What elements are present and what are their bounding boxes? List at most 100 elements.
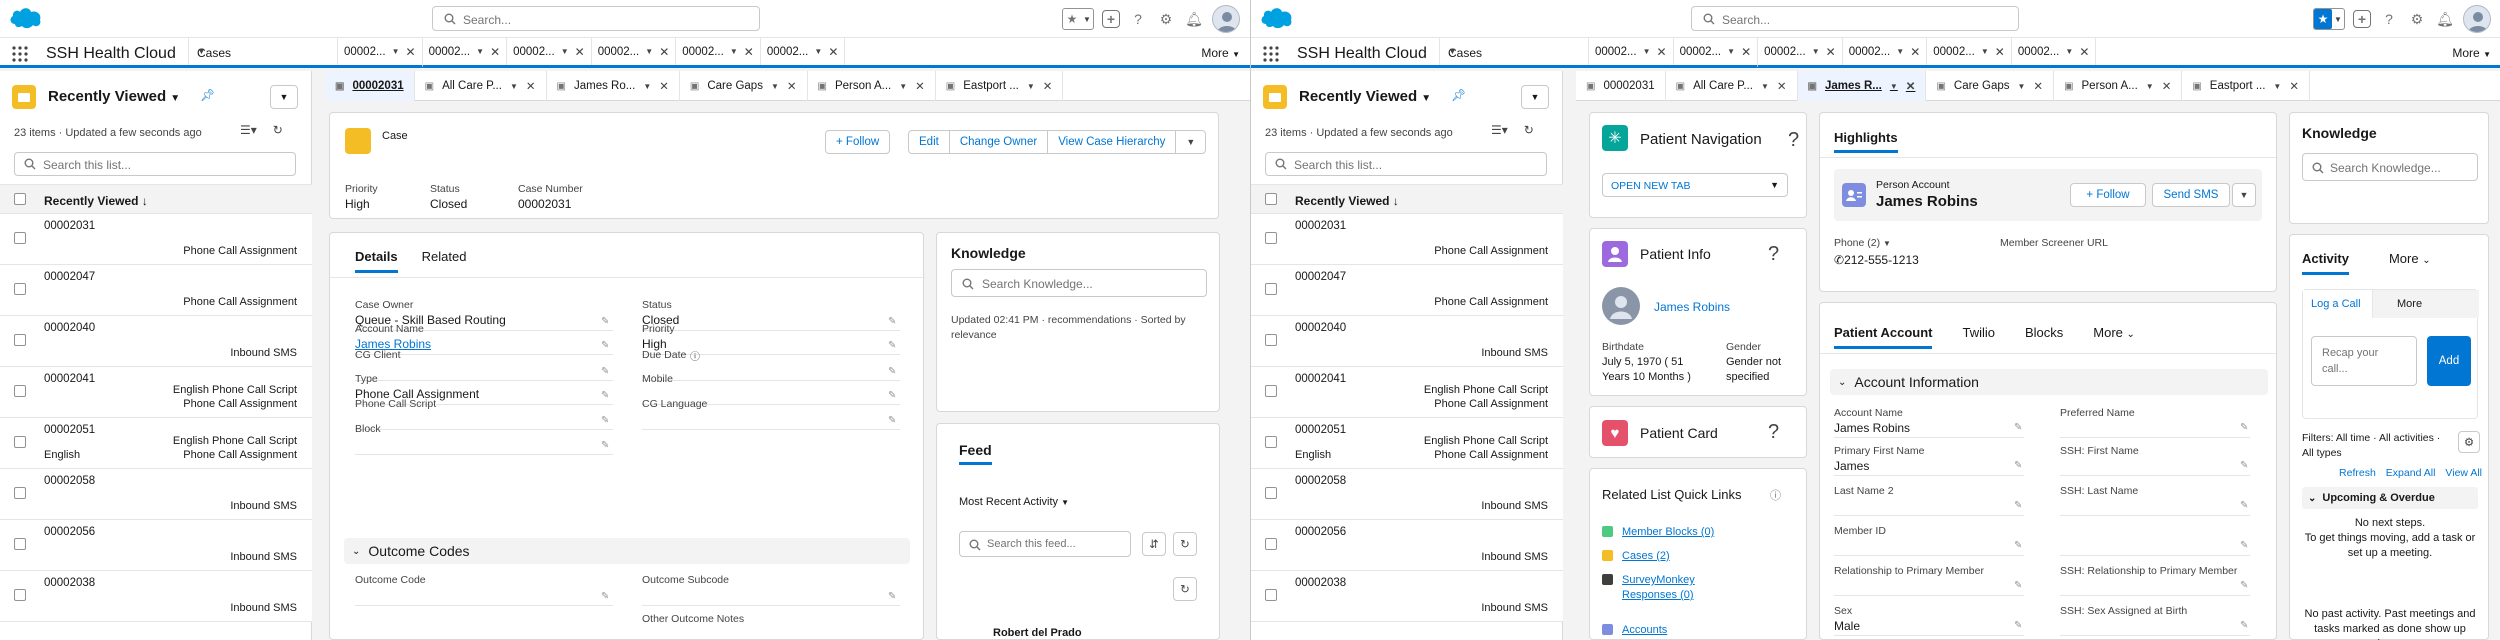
close-icon[interactable]: ✕ bbox=[2289, 79, 2299, 93]
select-all-checkbox[interactable] bbox=[1265, 193, 1277, 205]
info-icon[interactable]: ⓘ bbox=[690, 348, 700, 363]
row-checkbox[interactable] bbox=[14, 334, 26, 346]
display-as-icon[interactable]: ☰▾ bbox=[1491, 123, 1508, 137]
edit-pencil-icon[interactable]: ✎ bbox=[2014, 620, 2022, 631]
close-icon[interactable]: ✕ bbox=[1910, 45, 1920, 59]
workspace-tab[interactable]: 00002... ▼ ✕ bbox=[1927, 38, 2012, 65]
bell-icon[interactable]: 🔔︎ bbox=[2435, 9, 2455, 29]
tab-activity[interactable]: Activity bbox=[2302, 251, 2349, 275]
row-checkbox[interactable] bbox=[14, 283, 26, 295]
close-icon[interactable]: ✕ bbox=[1777, 79, 1787, 93]
workspace-tab[interactable]: 00002... ▼ ✕ bbox=[423, 38, 508, 65]
list-item[interactable]: 00002038 Inbound SMS bbox=[0, 571, 312, 622]
edit-pencil-icon[interactable]: ✎ bbox=[2240, 460, 2248, 471]
more-tabs-button[interactable]: More ▼ bbox=[2452, 46, 2491, 60]
row-checkbox[interactable] bbox=[14, 232, 26, 244]
edit-pencil-icon[interactable]: ✎ bbox=[2240, 620, 2248, 631]
record-subtab[interactable]: ▣ All Care P... ▼ ✕ bbox=[1666, 71, 1798, 101]
edit-pencil-icon[interactable]: ✎ bbox=[2240, 580, 2248, 591]
close-icon[interactable]: ✕ bbox=[1995, 45, 2005, 59]
salesforce-logo[interactable] bbox=[8, 4, 44, 30]
list-item[interactable]: 00002040 Inbound SMS bbox=[1251, 316, 1563, 367]
edit-pencil-icon[interactable]: ✎ bbox=[2240, 422, 2248, 433]
chevron-down-icon[interactable]: ▼ bbox=[1812, 47, 1820, 56]
add-button[interactable]: Add bbox=[2427, 336, 2471, 386]
edit-pencil-icon[interactable]: ✎ bbox=[601, 390, 609, 401]
phone-value[interactable]: ✆212-555-1213 bbox=[1834, 253, 1919, 267]
chevron-down-icon[interactable]: ▼ bbox=[2065, 47, 2073, 56]
case-number[interactable]: 00002040 bbox=[44, 322, 95, 334]
list-item[interactable]: 00002056 Inbound SMS bbox=[0, 520, 312, 571]
section-outcome-codes[interactable]: ⌄ Outcome Codes bbox=[344, 538, 910, 564]
close-icon[interactable]: ✕ bbox=[828, 45, 838, 59]
close-icon[interactable]: ✕ bbox=[787, 79, 797, 93]
edit-pencil-icon[interactable]: ✎ bbox=[2240, 540, 2248, 551]
row-checkbox[interactable] bbox=[1265, 232, 1277, 244]
workspace-tab[interactable]: 00002... ▼ ✕ bbox=[1589, 38, 1674, 65]
workspace-tab[interactable]: 00002... ▼ ✕ bbox=[338, 38, 423, 68]
close-icon[interactable]: ✕ bbox=[1657, 45, 1667, 59]
list-item[interactable]: 00002041 English Phone Call Script Phone… bbox=[1251, 367, 1563, 418]
record-subtab[interactable]: ▣ Eastport ... ▼ ✕ bbox=[2182, 71, 2310, 101]
list-view-controls-button[interactable]: ▼ bbox=[1521, 85, 1549, 109]
edit-pencil-icon[interactable]: ✎ bbox=[2240, 500, 2248, 511]
workspace-tab[interactable]: 00002... ▼ ✕ bbox=[761, 38, 846, 65]
close-icon[interactable]: ✕ bbox=[1043, 79, 1053, 93]
list-item[interactable]: 00002031 Phone Call Assignment bbox=[0, 214, 312, 265]
edit-pencil-icon[interactable]: ✎ bbox=[601, 591, 609, 602]
upcoming-overdue-section[interactable]: ⌄ Upcoming & Overdue bbox=[2302, 487, 2478, 509]
salesforce-logo[interactable] bbox=[1259, 4, 1295, 30]
case-number[interactable]: 00002056 bbox=[1295, 526, 1346, 538]
recap-call-input[interactable]: Recap your call... bbox=[2311, 336, 2417, 386]
list-item[interactable]: 00002031 Phone Call Assignment bbox=[1251, 214, 1563, 265]
edit-pencil-icon[interactable]: ✎ bbox=[888, 390, 896, 401]
case-number[interactable]: 00002041 bbox=[1295, 373, 1346, 385]
tab-more[interactable]: More ⌄ bbox=[2389, 251, 2431, 275]
record-subtab[interactable]: ▣ All Care P... ▼ ✕ bbox=[415, 71, 547, 101]
record-subtab[interactable]: ▣ Person A... ▼ ✕ bbox=[2054, 71, 2183, 101]
list-item[interactable]: 00002051 English Phone Call Script Phone… bbox=[0, 418, 312, 469]
chevron-down-icon[interactable]: ▼ bbox=[1761, 82, 1769, 91]
record-subtab[interactable]: ▣ Care Gaps ▼ ✕ bbox=[1926, 71, 2055, 101]
select-all-checkbox[interactable] bbox=[14, 193, 26, 205]
row-checkbox[interactable] bbox=[14, 487, 26, 499]
close-icon[interactable]: ✕ bbox=[526, 79, 536, 93]
more-actions-button[interactable]: ▼ bbox=[1176, 131, 1205, 153]
chevron-down-icon[interactable]: ▼ bbox=[2273, 82, 2281, 91]
quick-link[interactable]: Accounts bbox=[1622, 623, 1732, 638]
tab-patient-account[interactable]: Patient Account bbox=[1834, 325, 1933, 349]
edit-pencil-icon[interactable]: ✎ bbox=[888, 366, 896, 377]
row-checkbox[interactable] bbox=[14, 436, 26, 448]
refresh-icon[interactable]: ↻ bbox=[1524, 123, 1534, 137]
edit-pencil-icon[interactable]: ✎ bbox=[601, 366, 609, 377]
object-tab-cases[interactable]: Cases ▼ bbox=[1439, 38, 1589, 65]
object-tab-cases[interactable]: Cases ▼ bbox=[188, 38, 338, 65]
quick-link[interactable]: SurveyMonkey Responses (0) bbox=[1622, 573, 1732, 603]
close-icon[interactable]: ✕ bbox=[406, 45, 416, 59]
feed-author[interactable]: Robert del Prado bbox=[993, 627, 1082, 639]
close-icon[interactable]: ✕ bbox=[2079, 45, 2089, 59]
row-checkbox[interactable] bbox=[14, 538, 26, 550]
workspace-tab[interactable]: 00002... ▼ ✕ bbox=[592, 38, 677, 65]
chevron-down-icon[interactable]: ▼ bbox=[2018, 82, 2026, 91]
list-item[interactable]: 00002051 English Phone Call Script Phone… bbox=[1251, 418, 1563, 469]
row-checkbox[interactable] bbox=[1265, 487, 1277, 499]
quick-link[interactable]: Member Blocks (0) bbox=[1622, 525, 1732, 540]
row-checkbox[interactable] bbox=[14, 385, 26, 397]
list-view-controls-button[interactable]: ▼ bbox=[270, 85, 298, 109]
edit-pencil-icon[interactable]: ✎ bbox=[601, 340, 609, 351]
edit-pencil-icon[interactable]: ✎ bbox=[2014, 540, 2022, 551]
workspace-tab[interactable]: 00002... ▼ ✕ bbox=[2012, 38, 2097, 65]
tab-twilio[interactable]: Twilio bbox=[1962, 325, 1995, 349]
refresh-link[interactable]: Refresh bbox=[2339, 467, 2376, 479]
help-icon[interactable]: ? bbox=[1788, 129, 1799, 152]
more-actions-button[interactable]: ▼ bbox=[2232, 183, 2256, 207]
knowledge-search-input[interactable]: Search Knowledge... bbox=[2302, 153, 2478, 181]
display-as-icon[interactable]: ☰▾ bbox=[240, 123, 257, 137]
list-item[interactable]: 00002056 Inbound SMS bbox=[1251, 520, 1563, 571]
record-subtab[interactable]: ▣ James R... ▼ ✕ bbox=[1797, 71, 1927, 101]
list-item[interactable]: 00002040 Inbound SMS bbox=[0, 316, 312, 367]
refresh-icon[interactable]: ↻ bbox=[1173, 577, 1197, 601]
section-account-information[interactable]: ⌄ Account Information bbox=[1830, 369, 2268, 395]
feed-title[interactable]: Feed bbox=[959, 442, 992, 465]
